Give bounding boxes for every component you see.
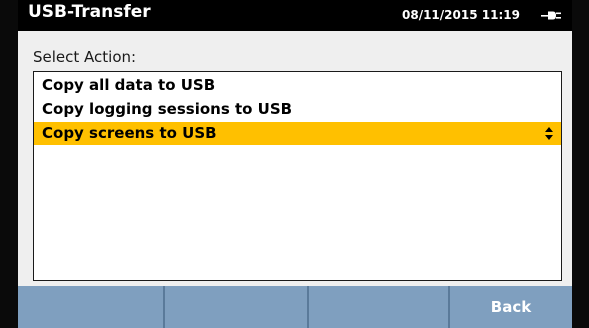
page-title: USB-Transfer: [28, 2, 151, 22]
datetime-display: 08/11/2015 11:19: [402, 8, 520, 22]
softkey-1[interactable]: [18, 286, 165, 328]
back-button[interactable]: Back: [450, 286, 572, 328]
softkey-bar: Back: [18, 286, 572, 328]
up-down-arrows-icon: [545, 127, 553, 140]
softkey-3[interactable]: [309, 286, 450, 328]
softkey-2[interactable]: [165, 286, 309, 328]
plug-icon: [541, 11, 561, 20]
select-action-label: Select Action:: [33, 48, 137, 66]
action-copy-all-data[interactable]: Copy all data to USB: [34, 74, 561, 97]
action-label: Copy all data to USB: [42, 76, 216, 94]
action-copy-logging-sessions[interactable]: Copy logging sessions to USB: [34, 98, 561, 121]
device-screen: USB-Transfer 08/11/2015 11:19 Select Act…: [0, 0, 589, 328]
action-copy-screens[interactable]: Copy screens to USB: [34, 122, 561, 145]
app-window: USB-Transfer 08/11/2015 11:19 Select Act…: [18, 0, 572, 328]
title-bar: USB-Transfer 08/11/2015 11:19: [18, 0, 572, 31]
action-list: Copy all data to USB Copy logging sessio…: [33, 71, 562, 281]
left-bezel: [0, 0, 18, 328]
action-label: Copy logging sessions to USB: [42, 100, 293, 118]
action-label: Copy screens to USB: [42, 124, 217, 142]
right-bezel: [572, 0, 589, 328]
